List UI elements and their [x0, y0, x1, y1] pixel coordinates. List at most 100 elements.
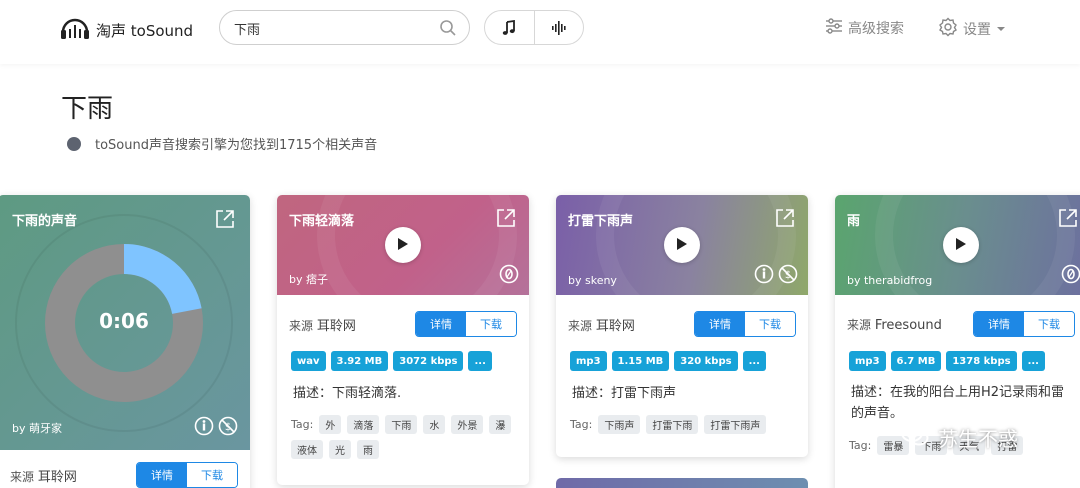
detail-button[interactable]: 详情 — [974, 312, 1024, 336]
source-info: 来源 耳聆网 — [10, 469, 77, 485]
top-header: 淘声 toSound 高级搜索 设置 — [0, 0, 1080, 64]
noncommercial-icon: $ — [218, 416, 238, 440]
advanced-search-link[interactable]: 高级搜索 — [825, 18, 904, 38]
source-name[interactable]: 耳聆网 — [596, 319, 635, 334]
tag-label: Tag: — [849, 439, 872, 452]
sound-author[interactable]: by skeny — [568, 274, 617, 287]
download-button[interactable]: 下载 — [1024, 312, 1074, 336]
source-row: 来源 耳聆网 详情 下载 — [10, 462, 238, 488]
sliders-icon — [825, 18, 843, 38]
cc-zero-icon — [1061, 264, 1080, 288]
play-button[interactable] — [943, 227, 979, 263]
sound-title[interactable]: 打雷下雨声 — [568, 210, 633, 229]
card-cover: 下雨轻滴落 by 痞子 — [277, 195, 529, 295]
source-info: 来源 Freesound — [847, 317, 942, 333]
size-badge: 6.7 MB — [890, 351, 942, 371]
tag-item[interactable]: 外景 — [451, 415, 484, 434]
card-cover: 打雷下雨声 by skeny $ — [556, 195, 808, 295]
sound-title[interactable]: 雨 — [847, 210, 860, 229]
settings-label: 设置 — [963, 22, 991, 38]
license-icons: $ — [194, 416, 238, 440]
source-name[interactable]: 耳聆网 — [317, 319, 356, 334]
play-icon — [676, 236, 688, 255]
action-buttons: 详情 下载 — [973, 311, 1075, 337]
source-name[interactable]: 耳聆网 — [38, 470, 77, 485]
more-badge[interactable]: ... — [1021, 351, 1045, 371]
tag-item[interactable]: 瀑 — [489, 415, 512, 434]
tag-item[interactable]: 雨 — [357, 440, 379, 459]
logo-text: 淘声 toSound — [96, 21, 194, 40]
music-note-icon[interactable] — [485, 11, 534, 44]
tag-item[interactable]: 打雷下雨 — [646, 415, 699, 434]
play-button[interactable] — [664, 227, 700, 263]
play-button[interactable] — [385, 227, 421, 263]
page-title: 下雨 — [61, 94, 114, 124]
more-badge[interactable]: ... — [468, 351, 492, 371]
tag-item[interactable]: 打雷下雨声 — [704, 415, 767, 434]
next-card-peek — [556, 478, 808, 488]
source-info: 来源 耳聆网 — [289, 318, 356, 334]
search-mode-toggle — [484, 10, 584, 45]
bitrate-badge: 3072 kbps — [393, 351, 464, 371]
file-badges: mp3 1.15 MB 320 kbps ... — [570, 351, 766, 371]
cc-zero-icon — [499, 264, 519, 288]
license-icons — [499, 264, 519, 288]
license-icons — [1061, 264, 1080, 288]
tag-item[interactable]: 外 — [319, 415, 342, 434]
source-row: 来源 Freesound 详情 下载 — [847, 311, 1075, 337]
search-box[interactable] — [219, 10, 470, 45]
bitrate-badge: 320 kbps — [674, 351, 738, 371]
source-name[interactable]: Freesound — [875, 318, 942, 333]
sound-author[interactable]: by therabidfrog — [847, 274, 932, 287]
tag-item[interactable]: 水 — [423, 415, 446, 434]
action-buttons: 详情 下载 — [415, 311, 517, 337]
bitrate-badge: 1378 kbps — [946, 351, 1017, 371]
tag-list: Tag: 外 滴落 下雨 水 外景 瀑 液体 光 雨 — [291, 415, 521, 459]
search-input[interactable] — [234, 18, 434, 38]
sound-title[interactable]: 下雨轻滴落 — [289, 210, 354, 229]
detail-button[interactable]: 详情 — [695, 312, 745, 336]
sound-author[interactable]: by 萌牙家 — [12, 420, 62, 436]
detail-button[interactable]: 详情 — [416, 312, 466, 336]
detail-button[interactable]: 详情 — [137, 463, 187, 487]
tag-item[interactable]: 下雨声 — [598, 415, 641, 434]
card-cover: 雨 by therabidfrog — [835, 195, 1080, 295]
source-info: 来源 耳聆网 — [568, 318, 635, 334]
tag-item[interactable]: 下雨 — [385, 415, 418, 434]
download-button[interactable]: 下载 — [466, 312, 516, 336]
attribution-icon — [194, 416, 214, 440]
format-badge: mp3 — [570, 351, 607, 371]
bullet-dot-icon — [67, 136, 81, 151]
wechat-icon — [900, 422, 930, 453]
format-badge: wav — [291, 351, 326, 371]
sound-description: 描述：打雷下雨声 — [572, 386, 677, 401]
action-buttons: 详情 下载 — [136, 462, 238, 488]
source-row: 来源 耳聆网 详情 下载 — [568, 311, 796, 337]
download-button[interactable]: 下载 — [187, 463, 237, 487]
sound-description: 描述：下雨轻滴落. — [293, 386, 402, 401]
sound-author[interactable]: by 痞子 — [289, 271, 328, 287]
external-link-icon[interactable] — [1057, 207, 1079, 233]
more-badge[interactable]: ... — [742, 351, 766, 371]
sound-card-3: 打雷下雨声 by skeny $ 来源 耳聆网 详情 下载 mp3 1.15 M… — [556, 195, 808, 457]
sound-card-1: 下雨的声音 0:06 by 萌牙家 $ 来源 耳聆网 详情 下载 — [0, 195, 250, 488]
settings-dropdown[interactable]: 设置 — [938, 17, 1006, 41]
external-link-icon[interactable] — [774, 207, 796, 233]
file-badges: wav 3.92 MB 3072 kbps ... — [291, 351, 492, 371]
tag-item[interactable]: 液体 — [291, 440, 323, 459]
tag-item[interactable]: 光 — [329, 440, 351, 459]
sound-description: 描述：在我的阳台上用H2记录雨和雷的声音。 — [851, 385, 1065, 421]
download-button[interactable]: 下载 — [745, 312, 795, 336]
sound-card-2: 下雨轻滴落 by 痞子 来源 耳聆网 详情 下载 wav 3.92 MB 307… — [277, 195, 529, 485]
waveform-icon[interactable] — [533, 11, 584, 44]
watermark: 苏生不惑 — [900, 422, 1018, 453]
tag-item[interactable]: 滴落 — [347, 415, 380, 434]
card-cover-playing: 下雨的声音 0:06 by 萌牙家 $ — [0, 195, 250, 450]
search-icon[interactable] — [439, 19, 457, 41]
gear-icon — [938, 17, 958, 41]
logo[interactable]: 淘声 toSound — [60, 16, 193, 44]
tag-label: Tag: — [291, 418, 314, 431]
size-badge: 3.92 MB — [330, 351, 389, 371]
external-link-icon[interactable] — [495, 207, 517, 233]
license-icons: $ — [754, 264, 798, 288]
